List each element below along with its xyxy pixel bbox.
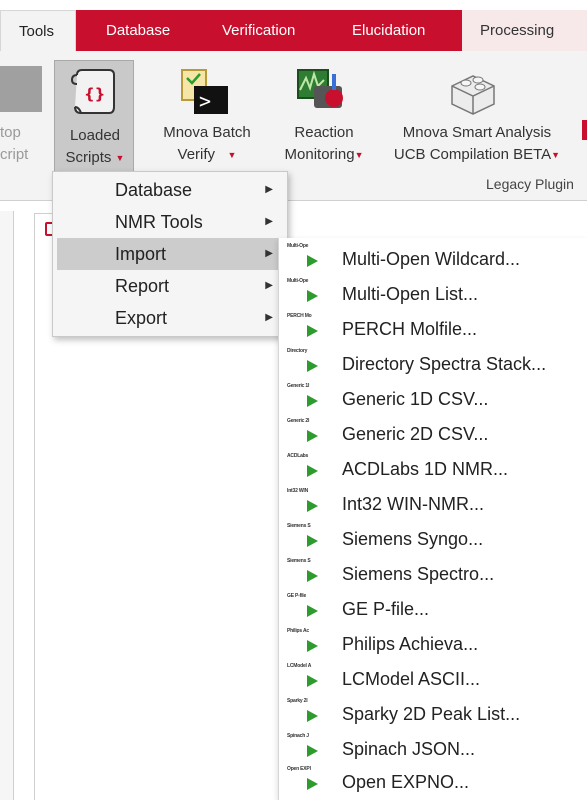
submenu-arrow-icon: ▶ xyxy=(265,248,273,259)
smart-analysis-icon xyxy=(446,68,500,116)
loaded-scripts-menu: Database ▶ NMR Tools ▶ Import ▶ Report ▶… xyxy=(52,171,288,337)
play-icon xyxy=(307,605,318,617)
play-icon xyxy=(307,500,318,512)
tab-processing[interactable]: Processing xyxy=(462,10,587,51)
chevron-down-icon: ▼ xyxy=(227,150,237,161)
script-thumbnail-icon: LCModel A xyxy=(287,662,321,692)
chevron-down-icon: ▼ xyxy=(354,150,364,161)
smart-analysis-button[interactable]: Mnova Smart Analysis UCB Compilation BET… xyxy=(382,122,572,166)
tab-elucidation[interactable]: Elucidation xyxy=(352,10,425,51)
chevron-down-icon: ▼ xyxy=(115,153,125,164)
menu-item-export[interactable]: Export ▶ xyxy=(57,302,285,334)
loaded-scripts-button[interactable]: {} Loaded Scripts ▼ xyxy=(54,60,134,172)
svg-text:{}: {} xyxy=(84,85,105,103)
play-icon xyxy=(307,465,318,477)
import-submenu: Multi-Ope Multi-Open Wildcard... Multi-O… xyxy=(278,238,587,800)
script-thumbnail-icon: Sparky 2I xyxy=(287,697,321,727)
script-thumbnail-icon: Multi-Ope xyxy=(287,242,321,272)
submenu-item-siemens-spectro[interactable]: Siemens S Siemens Spectro... xyxy=(279,557,587,592)
submenu-item-multi-open-list[interactable]: Multi-Ope Multi-Open List... xyxy=(279,277,587,312)
submenu-item-sparky-2d-peak-list[interactable]: Sparky 2I Sparky 2D Peak List... xyxy=(279,697,587,732)
submenu-item-spinach-json[interactable]: Spinach J Spinach JSON... xyxy=(279,732,587,767)
svg-text:>: > xyxy=(199,89,211,113)
submenu-item-generic-1d-csv[interactable]: Generic 1I Generic 1D CSV... xyxy=(279,382,587,417)
script-thumbnail-icon: Generic 2I xyxy=(287,417,321,447)
submenu-item-ge-p-file[interactable]: GE P-file GE P-file... xyxy=(279,592,587,627)
script-thumbnail-icon: Generic 1I xyxy=(287,382,321,412)
tab-verification[interactable]: Verification xyxy=(222,10,295,51)
reaction-monitoring-button[interactable]: Reaction Monitoring▼ xyxy=(272,122,376,166)
menu-item-nmr-tools[interactable]: NMR Tools ▶ xyxy=(57,206,285,238)
play-icon xyxy=(307,675,318,687)
submenu-arrow-icon: ▶ xyxy=(265,280,273,291)
submenu-arrow-icon: ▶ xyxy=(265,312,273,323)
play-icon xyxy=(307,290,318,302)
play-icon xyxy=(307,360,318,372)
submenu-item-directory-spectra-stack[interactable]: Directory Directory Spectra Stack... xyxy=(279,347,587,382)
ribbon-group-label: Legacy Plugin xyxy=(486,176,574,192)
play-icon xyxy=(307,535,318,547)
left-panel xyxy=(0,211,14,800)
script-thumbnail-icon: Siemens S xyxy=(287,522,321,552)
script-thumbnail-icon: Multi-Ope xyxy=(287,277,321,307)
script-thumbnail-icon: PERCH Mo xyxy=(287,312,321,342)
script-thumbnail-icon: GE P-file xyxy=(287,592,321,622)
play-icon xyxy=(307,778,318,790)
script-thumbnail-icon: Int32 WIN xyxy=(287,487,321,517)
tab-tools[interactable]: Tools xyxy=(0,10,76,51)
submenu-item-open-expno[interactable]: Open EXPI Open EXPNO... xyxy=(279,765,587,800)
submenu-item-acdlabs-1d-nmr[interactable]: ACDLabs ACDLabs 1D NMR... xyxy=(279,452,587,487)
script-thumbnail-icon: ACDLabs xyxy=(287,452,321,482)
play-icon xyxy=(307,745,318,757)
play-icon xyxy=(307,570,318,582)
submenu-item-int32-win-nmr[interactable]: Int32 WIN Int32 WIN-NMR... xyxy=(279,487,587,522)
menu-item-report[interactable]: Report ▶ xyxy=(57,270,285,302)
stop-script-icon xyxy=(0,66,42,112)
menu-item-import[interactable]: Import ▶ xyxy=(57,238,285,270)
script-thumbnail-icon: Siemens S xyxy=(287,557,321,587)
submenu-item-multi-open-wildcard[interactable]: Multi-Ope Multi-Open Wildcard... xyxy=(279,242,587,277)
batch-verify-button[interactable]: Mnova Batch Verify ▼ xyxy=(150,122,264,166)
chevron-down-icon: ▼ xyxy=(551,150,561,161)
script-thumbnail-icon: Philips Ac xyxy=(287,627,321,657)
play-icon xyxy=(307,640,318,652)
submenu-arrow-icon: ▶ xyxy=(265,184,273,195)
script-thumbnail-icon: Spinach J xyxy=(287,732,321,762)
script-thumbnail-icon: Directory xyxy=(287,347,321,377)
script-thumbnail-icon: Open EXPI xyxy=(287,765,321,795)
cut-off-icon xyxy=(582,120,587,140)
submenu-item-philips-achieva[interactable]: Philips Ac Philips Achieva... xyxy=(279,627,587,662)
submenu-item-siemens-syngo[interactable]: Siemens S Siemens Syngo... xyxy=(279,522,587,557)
reaction-monitoring-icon xyxy=(294,66,348,116)
play-icon xyxy=(307,255,318,267)
submenu-arrow-icon: ▶ xyxy=(265,216,273,227)
submenu-item-lcmodel-ascii[interactable]: LCModel A LCModel ASCII... xyxy=(279,662,587,697)
tab-database[interactable]: Database xyxy=(106,10,170,51)
play-icon xyxy=(307,395,318,407)
menu-item-database[interactable]: Database ▶ xyxy=(57,174,285,206)
script-scroll-icon: {} xyxy=(69,67,119,119)
stop-script-button[interactable]: top cript xyxy=(0,122,42,166)
submenu-item-generic-2d-csv[interactable]: Generic 2I Generic 2D CSV... xyxy=(279,417,587,452)
play-icon xyxy=(307,325,318,337)
batch-verify-icon: > xyxy=(180,68,230,116)
play-icon xyxy=(307,710,318,722)
submenu-item-perch-molfile[interactable]: PERCH Mo PERCH Molfile... xyxy=(279,312,587,347)
play-icon xyxy=(307,430,318,442)
